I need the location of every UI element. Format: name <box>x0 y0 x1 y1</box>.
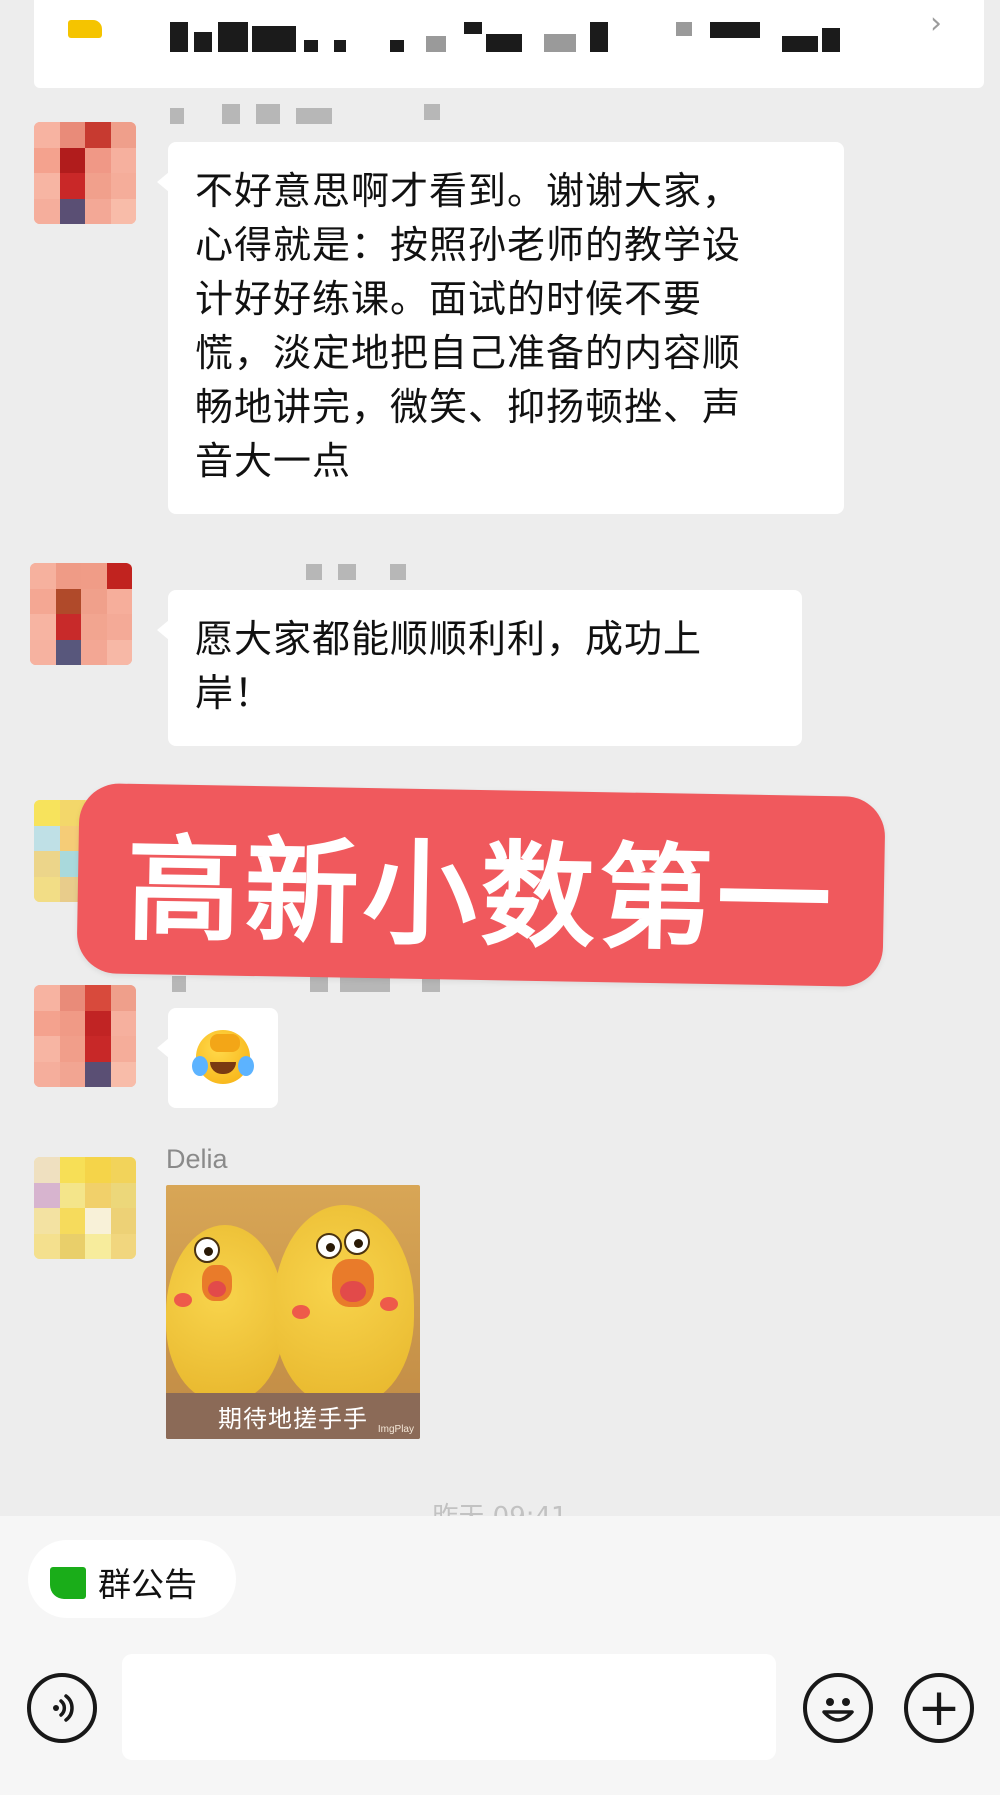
redacted-text <box>390 40 404 52</box>
redacted-sender-name <box>340 976 390 992</box>
message-input[interactable] <box>122 1654 776 1760</box>
sticker-image[interactable]: 期待地搓手手 ImgPlay <box>166 1185 420 1439</box>
message-bubble[interactable] <box>157 1008 278 1108</box>
redacted-sender-name <box>222 104 240 124</box>
chat-input-panel: 群公告 + <box>0 1516 1000 1795</box>
announcement-icon <box>50 1567 86 1599</box>
message-text: 不好意思啊才看到。谢谢大家， 心得就是：按照孙老师的教学设 计好好练课。面试的时… <box>195 169 742 483</box>
redacted-text <box>170 22 188 52</box>
redacted-text <box>334 40 346 52</box>
redacted-text <box>486 34 522 52</box>
redacted-text <box>782 36 818 52</box>
redacted-sender-name <box>172 976 186 992</box>
redacted-text <box>464 22 482 34</box>
redacted-text <box>822 28 840 52</box>
avatar[interactable] <box>34 1157 136 1259</box>
chevron-right-icon: › <box>930 6 942 41</box>
group-announcement-button[interactable]: 群公告 <box>28 1540 236 1618</box>
redacted-sender-name <box>390 564 406 580</box>
avatar[interactable] <box>30 563 132 665</box>
redacted-text <box>426 36 446 52</box>
banner-text: 高新小数第一 <box>125 822 836 968</box>
redacted-sender-name <box>424 104 440 120</box>
folder-tag-icon <box>68 20 102 38</box>
avatar[interactable] <box>34 122 136 224</box>
redacted-sender-name <box>170 108 184 124</box>
redacted-text <box>252 26 296 52</box>
redacted-text <box>544 34 576 52</box>
redacted-sender-name <box>310 976 328 992</box>
redacted-text <box>710 22 760 38</box>
voice-icon <box>53 1694 74 1722</box>
group-announcement-label: 群公告 <box>98 1565 197 1604</box>
message-text: 愿大家都能顺顺利利，成功上 岸！ <box>195 617 703 715</box>
sender-name: Delia <box>166 1144 228 1174</box>
smiley-icon <box>822 1698 854 1722</box>
pinned-notice-bar[interactable]: › <box>34 0 984 88</box>
message-bubble[interactable]: 愿大家都能顺顺利利，成功上 岸！ <box>157 590 802 746</box>
face-with-tears-of-joy-icon <box>192 1030 254 1084</box>
chick-illustration <box>166 1225 284 1401</box>
voice-input-button[interactable] <box>27 1673 97 1743</box>
redacted-sender-name <box>306 564 322 580</box>
redacted-text <box>194 32 212 52</box>
emoji-button[interactable] <box>803 1673 873 1743</box>
redacted-sender-name <box>296 108 332 124</box>
redacted-sender-name <box>256 104 280 124</box>
sticker-watermark: ImgPlay <box>377 1424 414 1435</box>
plus-icon: + <box>917 1678 961 1738</box>
redacted-text <box>218 22 248 52</box>
redacted-text <box>304 40 318 52</box>
redacted-sender-name <box>338 564 356 580</box>
overlay-banner: 高新小数第一 <box>76 782 886 988</box>
redacted-text <box>590 22 608 52</box>
redacted-text <box>676 22 692 36</box>
more-options-button[interactable]: + <box>904 1673 974 1743</box>
message-bubble[interactable]: 不好意思啊才看到。谢谢大家， 心得就是：按照孙老师的教学设 计好好练课。面试的时… <box>157 142 844 514</box>
avatar[interactable] <box>34 985 136 1087</box>
